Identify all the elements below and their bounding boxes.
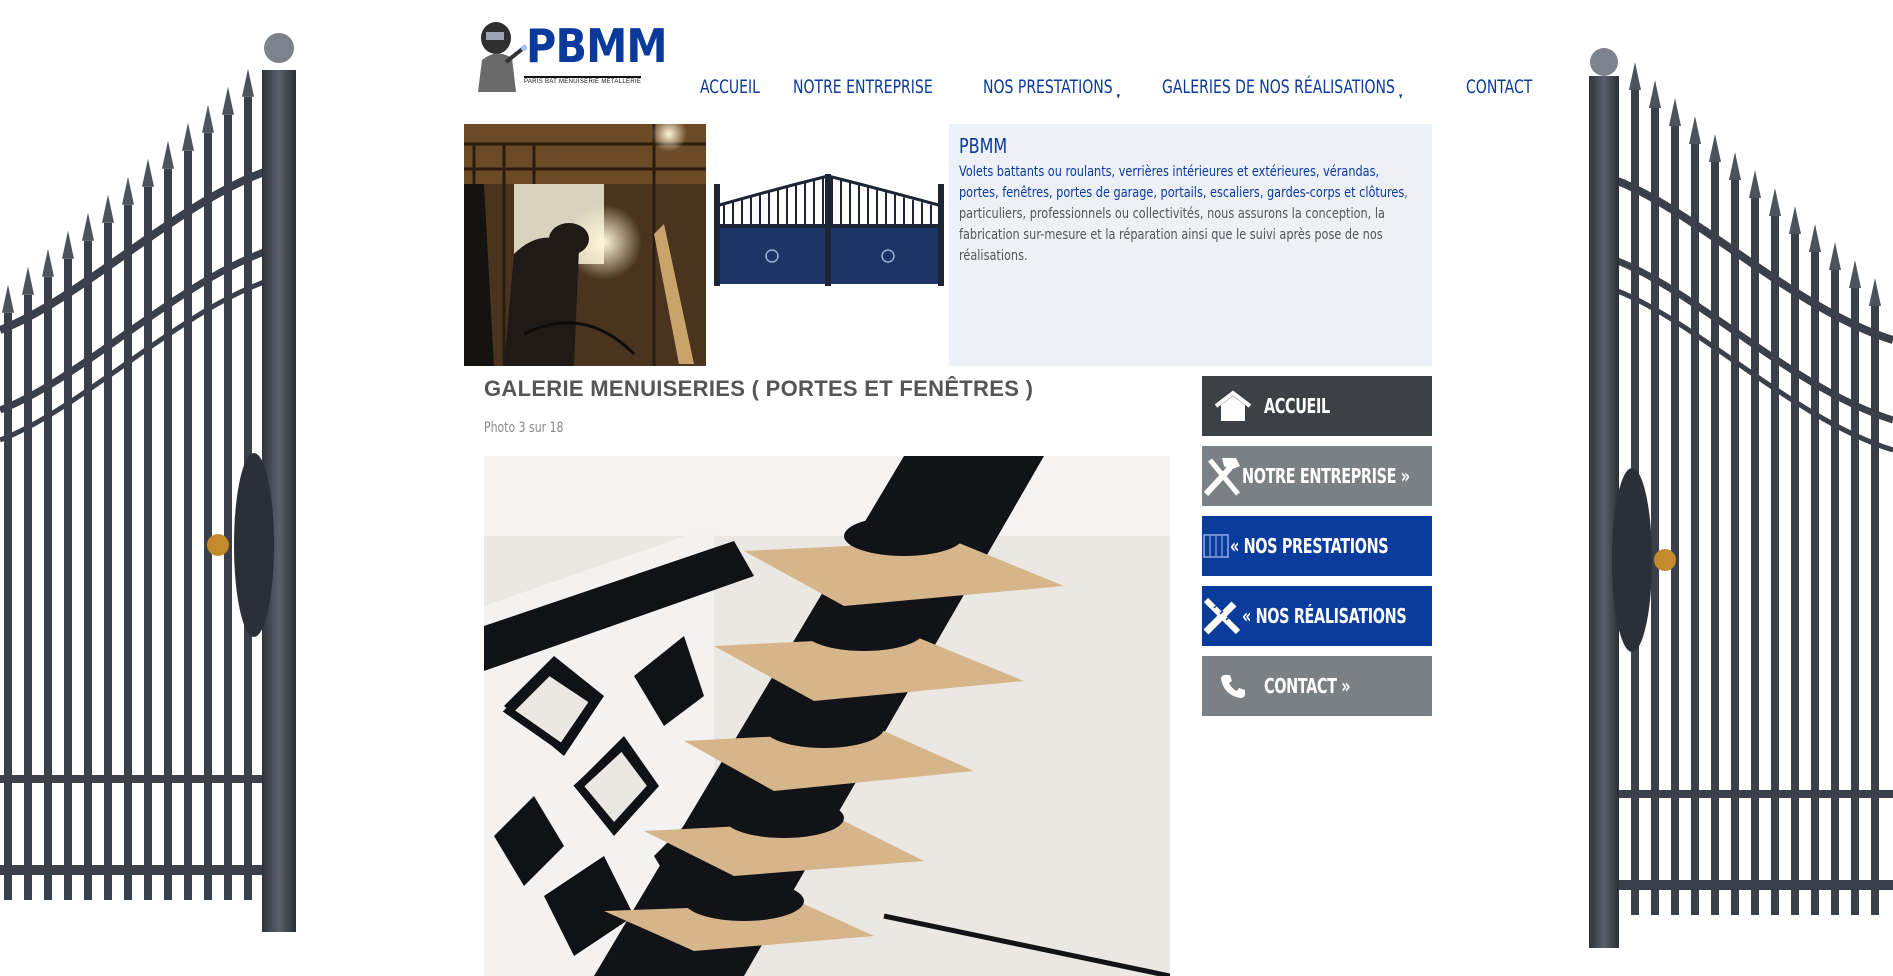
tools-icon (1202, 446, 1242, 506)
sidebar-item-contact[interactable]: CONTACT » (1202, 656, 1432, 716)
main-nav: ACCUEIL NOTRE ENTREPRISE NOS PRESTATIONS… (700, 76, 1567, 102)
phone-icon (1202, 656, 1264, 716)
nav-item-notre-entreprise[interactable]: NOTRE ENTREPRISE (793, 76, 933, 98)
chevron-down-icon: ▾ (1398, 92, 1402, 102)
sidebar-item-nos-realisations[interactable]: « NOS RÉALISATIONS (1202, 586, 1432, 646)
sidebar-item-label: « NOS RÉALISATIONS (1242, 604, 1407, 628)
intro-box: PBMM Volets battants ou roulants, verriè… (949, 124, 1432, 366)
intro-title: PBMM (959, 134, 1008, 158)
chevron-down-icon: ▾ (1117, 92, 1121, 102)
gallery-photo-staircase[interactable] (484, 456, 1170, 976)
home-icon (1202, 376, 1264, 436)
page-title: GALERIE MENUISERIES ( PORTES ET FENÊTRES… (484, 376, 1034, 401)
sidebar-item-label: NOTRE ENTREPRISE » (1242, 464, 1410, 488)
sidebar-item-accueil[interactable]: ACCUEIL (1202, 376, 1432, 436)
photo-counter: Photo 3 sur 18 (484, 420, 564, 436)
building-icon (1202, 516, 1230, 576)
ruler-pencil-icon (1202, 586, 1242, 646)
nav-item-galeries[interactable]: GALERIES DE NOS RÉALISATIONS ▾ (1162, 76, 1402, 102)
gate-product-photo (712, 124, 946, 366)
sidebar-item-label: « NOS PRESTATIONS (1230, 534, 1389, 558)
site-header: PBMM PARIS BAT MENUISERIE METALLERIE ACC… (464, 0, 1532, 124)
left-gate-decoration (0, 33, 296, 932)
gallery-content: GALERIE MENUISERIES ( PORTES ET FENÊTRES… (484, 376, 1174, 976)
logo-subtitle: PARIS BAT MENUISERIE METALLERIE (524, 76, 642, 85)
sidebar-item-label: CONTACT » (1264, 674, 1351, 698)
welder-logo-icon (478, 22, 528, 92)
site-logo[interactable]: PBMM PARIS BAT MENUISERIE METALLERIE (472, 18, 668, 92)
sidebar-item-label: ACCUEIL (1264, 394, 1330, 418)
intro-text: Volets battants ou roulants, verrières i… (959, 162, 1419, 267)
right-gate-decoration (1589, 48, 1893, 948)
intro-highlight-link[interactable]: Volets battants ou roulants, verrières i… (959, 164, 1404, 201)
nav-item-contact[interactable]: CONTACT (1466, 76, 1532, 98)
logo-wordmark: PBMM (526, 19, 668, 73)
sidebar-item-notre-entreprise[interactable]: NOTRE ENTREPRISE » (1202, 446, 1432, 506)
hero-banner: PBMM Volets battants ou roulants, verriè… (464, 124, 1432, 366)
welder-photo (464, 124, 706, 366)
nav-item-nos-prestations[interactable]: NOS PRESTATIONS ▾ (983, 76, 1120, 102)
sidebar-nav: ACCUEIL NOTRE ENTREPRISE » « NOS PRESTAT… (1202, 376, 1432, 726)
sidebar-item-nos-prestations[interactable]: « NOS PRESTATIONS (1202, 516, 1432, 576)
nav-item-accueil[interactable]: ACCUEIL (700, 76, 760, 98)
